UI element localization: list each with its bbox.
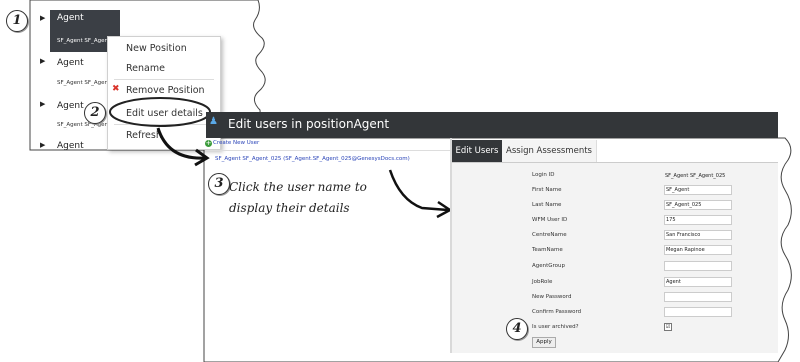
archived-label: Is user archived? [532,324,579,330]
annotation-text: display their details [229,201,350,215]
team-name-label: TeamName [532,247,563,253]
last-name-field[interactable]: SF_Agent_025 [664,200,732,210]
new-password-label: New Password [532,294,572,300]
login-id-label: Login ID [532,172,555,178]
new-password-field[interactable] [664,292,732,302]
agent-group-field[interactable] [664,261,732,271]
archived-checkbox[interactable]: ☑ [664,323,672,331]
first-name-field[interactable]: SF_Agent [664,185,732,195]
wfm-user-id-label: WFM User ID [532,217,568,223]
team-name-field[interactable]: Megan Rapinoe [664,245,732,255]
step-4-badge: 4 [506,318,528,340]
job-role-label: JobRole [532,279,553,285]
list-divider [205,150,450,151]
wfm-user-id-field[interactable]: 175 [664,215,732,225]
user-name-link[interactable]: SF_Agent SF_Agent_025 (SF_Agent.SF_Agent… [215,156,410,162]
centre-name-label: CentreName [532,232,567,238]
last-name-label: Last Name [532,202,562,208]
first-name-label: First Name [532,187,562,193]
apply-button[interactable]: Apply [532,337,556,348]
dialog-title: Edit users in positionAgent [228,117,390,131]
step-2-badge: 2 [84,102,106,124]
job-role-field[interactable]: Agent [664,277,732,287]
create-new-user-link[interactable]: Create New User [213,140,259,146]
step-3-badge: 3 [208,173,230,195]
annotation-text: Click the user name to [229,180,367,194]
centre-name-field[interactable]: San Francisco [664,230,732,240]
agent-group-label: AgentGroup [532,263,566,269]
add-icon[interactable]: + [205,140,212,147]
confirm-password-field[interactable] [664,307,732,317]
tab-edit-users[interactable]: Edit Users [452,140,502,162]
tab-assign-assessments[interactable]: Assign Assessments [502,140,597,162]
confirm-password-label: Confirm Password [532,309,582,315]
login-id-value: SF_Agent SF_Agent_025 [665,173,726,179]
users-icon: ♟ [209,116,218,127]
